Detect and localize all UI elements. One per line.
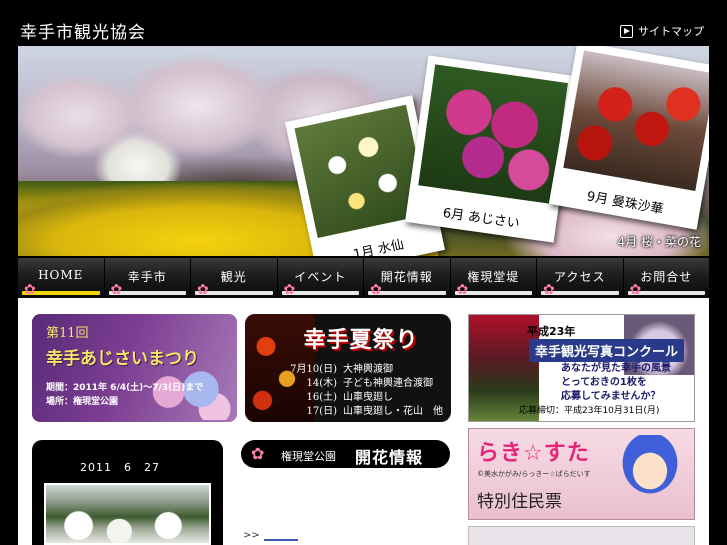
photo-contest-banner[interactable]: 平成23年 幸手観光写真コンクール あなたが見た幸手の風景 とっておきの1枚を … — [468, 314, 695, 422]
schedule-row: 17(日) 山車曳廻し・花山 他 — [306, 406, 443, 417]
main-content: 第11回 幸手あじさいまつり 期間：2011年 6/4(土)〜7/3(日)まで … — [18, 298, 709, 545]
festival-venue: 場所：権現堂公園 — [46, 397, 119, 407]
sakura-icon: ✿ — [110, 282, 123, 298]
nav-item-contact[interactable]: お問合せ ✿ — [623, 258, 709, 298]
blog-thumbnail[interactable] — [44, 483, 211, 545]
copyright-text: ©美水かがみ/らっきー☆ぱらだいす — [477, 470, 591, 478]
hero-banner: 1月 水仙 6月 あじさい 9月 曼珠沙華 4月 桜・菜の花 — [18, 46, 709, 256]
festival-edition: 第11回 — [46, 326, 89, 341]
nav-item-events[interactable]: イベント ✿ — [277, 258, 364, 298]
schedule-row: 14(木) 子ども神輿連合渡御 — [306, 378, 433, 389]
nav-item-gongendo[interactable]: 権現堂堤 ✿ — [450, 258, 537, 298]
sitemap-link[interactable]: サイトマップ — [620, 23, 704, 39]
sakura-icon: ✿ — [629, 282, 642, 298]
blog-date: 2011 6 27 — [80, 461, 160, 474]
special-residence-card: 特別住民票 — [477, 492, 562, 512]
festival-title: 幸手あじさいまつり — [46, 349, 199, 369]
bloom-info-location: 権現堂公園 — [281, 450, 336, 463]
hero-photo-june: 6月 あじさい — [405, 55, 577, 243]
nav-item-home[interactable]: HOME ✿ — [18, 258, 105, 298]
nav-item-satte-city[interactable]: 幸手市 ✿ — [104, 258, 191, 298]
schedule-row: 7月10(日) 大神輿渡御 — [290, 364, 393, 375]
ajisai-festival-banner[interactable]: 第11回 幸手あじさいまつり 期間：2011年 6/4(土)〜7/3(日)まで … — [32, 314, 237, 422]
summer-festival-banner[interactable]: 幸手夏祭り 7月10(日) 大神輿渡御 14(木) 子ども神輿連合渡御 16(土) 山… — [245, 314, 451, 422]
bloom-info-title: 開花情報 — [355, 448, 424, 467]
contest-year: 平成23年 — [527, 325, 576, 338]
nav-item-label: HOME — [38, 268, 84, 282]
blog-widget[interactable]: 2011 6 27 — [32, 440, 223, 545]
hydrangea-photo — [418, 64, 568, 204]
bloom-info-more-link[interactable]: >> — [243, 530, 298, 541]
festival-period: 期間：2011年 6/4(土)〜7/3(日)まで — [46, 383, 204, 393]
lucky-star-banner[interactable]: らき☆すた ©美水かがみ/らっきー☆ぱらだいす 特別住民票 — [468, 428, 695, 520]
main-navigation: HOME ✿ 幸手市 ✿ 観光 ✿ イベント ✿ 開花情報 ✿ 権現堂堤 ✿ ア… — [18, 258, 709, 298]
bloom-info-header[interactable]: ✿ 権現堂公園 開花情報 — [241, 440, 450, 468]
sakura-icon: ✿ — [543, 282, 555, 298]
sidebar-banner-partial[interactable] — [468, 526, 695, 545]
nav-item-access[interactable]: アクセス ✿ — [537, 258, 624, 298]
sakura-icon: ✿ — [197, 282, 209, 298]
nav-item-bloom-info[interactable]: 開花情報 ✿ — [364, 258, 451, 298]
sakura-icon: ✿ — [251, 444, 265, 463]
contest-description: あなたが見た幸手の風景 とっておきの1枚を 応募してみませんか？ — [561, 363, 671, 402]
red-spider-lily-photo — [563, 50, 709, 191]
sakura-icon: ✿ — [456, 282, 469, 298]
lucky-star-logo: らき☆すた — [477, 441, 590, 466]
summer-festival-title: 幸手夏祭り — [303, 327, 419, 353]
sakura-icon: ✿ — [283, 282, 296, 298]
hero-photo-september: 9月 曼珠沙華 — [548, 46, 709, 230]
sakura-icon: ✿ — [370, 282, 382, 298]
arrow-right-icon — [620, 24, 633, 38]
anime-character-image — [616, 435, 684, 515]
sitemap-label: サイトマップ — [638, 25, 704, 38]
hero-caption: 4月 桜・菜の花 — [617, 235, 701, 249]
contest-deadline: 応募締切：平成23年10月31日(月) — [519, 406, 660, 416]
schedule-row: 16(土) 山車曳廻し — [306, 392, 393, 403]
site-title[interactable]: 幸手市観光協会 — [20, 18, 146, 43]
top-bar: 幸手市観光協会 サイトマップ — [0, 0, 727, 46]
sakura-icon: ✿ — [24, 282, 36, 298]
contest-title: 幸手観光写真コンクール — [529, 339, 685, 362]
nav-item-sightseeing[interactable]: 観光 ✿ — [191, 258, 278, 298]
